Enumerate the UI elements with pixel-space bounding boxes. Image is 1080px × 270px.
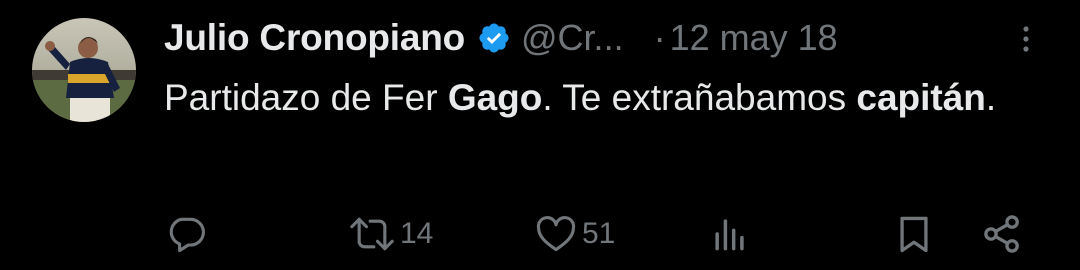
heart-icon xyxy=(534,212,578,256)
tweet-text-segment: Partidazo de Fer xyxy=(164,77,448,118)
share-icon xyxy=(980,212,1024,256)
share-button[interactable] xyxy=(980,210,1024,258)
retweet-count: 14 xyxy=(400,217,434,250)
tweet-text-segment: . Te extrañabamos xyxy=(542,77,857,118)
tweet-header: Julio Cronopiano @Cr... · 12 may 18 xyxy=(164,14,1044,62)
tweet-text: Partidazo de Fer Gago. Te extrañabamos c… xyxy=(164,70,1044,126)
reply-icon xyxy=(164,212,208,256)
retweet-button[interactable]: 14 xyxy=(348,210,433,258)
tweet-date[interactable]: 12 may 18 xyxy=(670,17,838,59)
like-button[interactable]: 51 xyxy=(534,210,615,258)
verified-badge-icon xyxy=(477,21,511,55)
tweet-text-segment: . xyxy=(985,77,997,118)
tweet-text-bold-segment: capitán xyxy=(856,77,986,118)
bookmark-button[interactable] xyxy=(892,210,936,258)
action-bar: 14 51 xyxy=(0,210,1080,258)
avatar[interactable] xyxy=(32,18,136,122)
more-options-icon[interactable] xyxy=(1014,24,1038,54)
retweet-icon xyxy=(348,212,396,256)
separator-dot: · xyxy=(653,17,666,58)
like-count: 51 xyxy=(582,217,616,250)
views-chart-icon xyxy=(708,212,752,256)
tweet-text-bold-segment: Gago xyxy=(447,77,543,118)
author-name[interactable]: Julio Cronopiano xyxy=(164,17,465,59)
views-button[interactable] xyxy=(708,210,756,258)
author-handle[interactable]: @Cr... xyxy=(521,17,624,59)
reply-button[interactable] xyxy=(164,210,212,258)
bookmark-icon xyxy=(892,212,936,256)
